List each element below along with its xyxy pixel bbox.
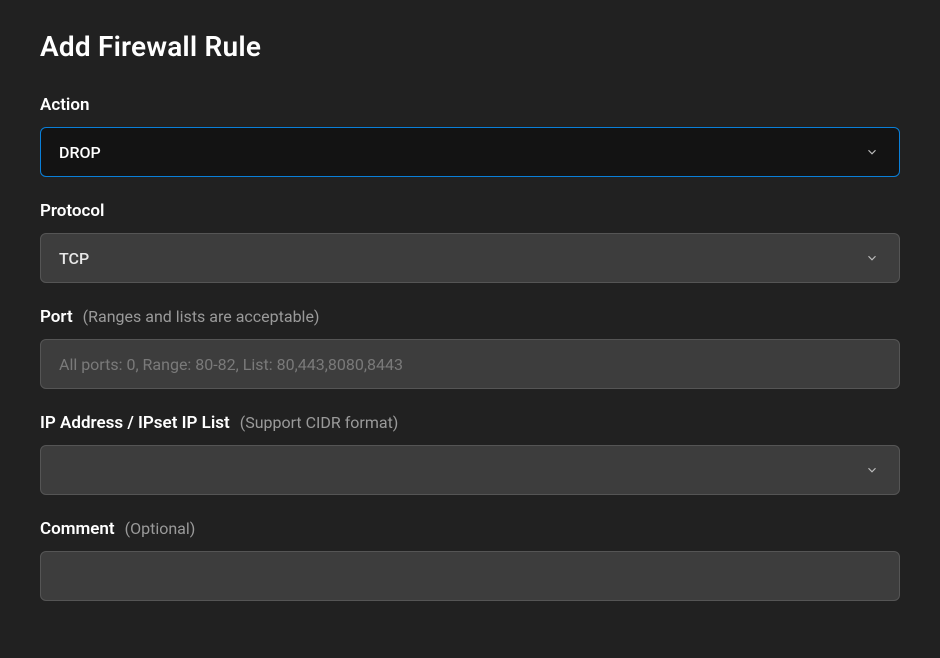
action-select-value: DROP <box>59 143 101 162</box>
field-label-row: Comment (Optional) <box>40 519 900 539</box>
chevron-down-icon <box>863 461 881 479</box>
field-label-row: Port (Ranges and lists are acceptable) <box>40 307 900 327</box>
comment-input[interactable] <box>40 551 900 601</box>
ip-select[interactable] <box>40 445 900 495</box>
port-hint: (Ranges and lists are acceptable) <box>83 307 320 326</box>
chevron-down-icon <box>863 143 881 161</box>
chevron-down-icon <box>863 249 881 267</box>
comment-hint: (Optional) <box>125 519 196 538</box>
field-group-ip: IP Address / IPset IP List (Support CIDR… <box>40 413 900 495</box>
ip-hint: (Support CIDR format) <box>240 413 399 432</box>
protocol-label: Protocol <box>40 201 104 221</box>
field-group-comment: Comment (Optional) <box>40 519 900 601</box>
field-group-port: Port (Ranges and lists are acceptable) <box>40 307 900 389</box>
ip-label: IP Address / IPset IP List <box>40 413 230 433</box>
action-label: Action <box>40 95 89 115</box>
port-label: Port <box>40 307 73 327</box>
comment-label: Comment <box>40 519 115 539</box>
protocol-select[interactable]: TCP <box>40 233 900 283</box>
protocol-select-value: TCP <box>59 249 89 268</box>
action-select[interactable]: DROP <box>40 127 900 177</box>
page-title: Add Firewall Rule <box>40 30 900 63</box>
field-group-action: Action DROP <box>40 95 900 177</box>
field-label-row: Protocol <box>40 201 900 221</box>
field-group-protocol: Protocol TCP <box>40 201 900 283</box>
field-label-row: IP Address / IPset IP List (Support CIDR… <box>40 413 900 433</box>
port-input[interactable] <box>40 339 900 389</box>
field-label-row: Action <box>40 95 900 115</box>
